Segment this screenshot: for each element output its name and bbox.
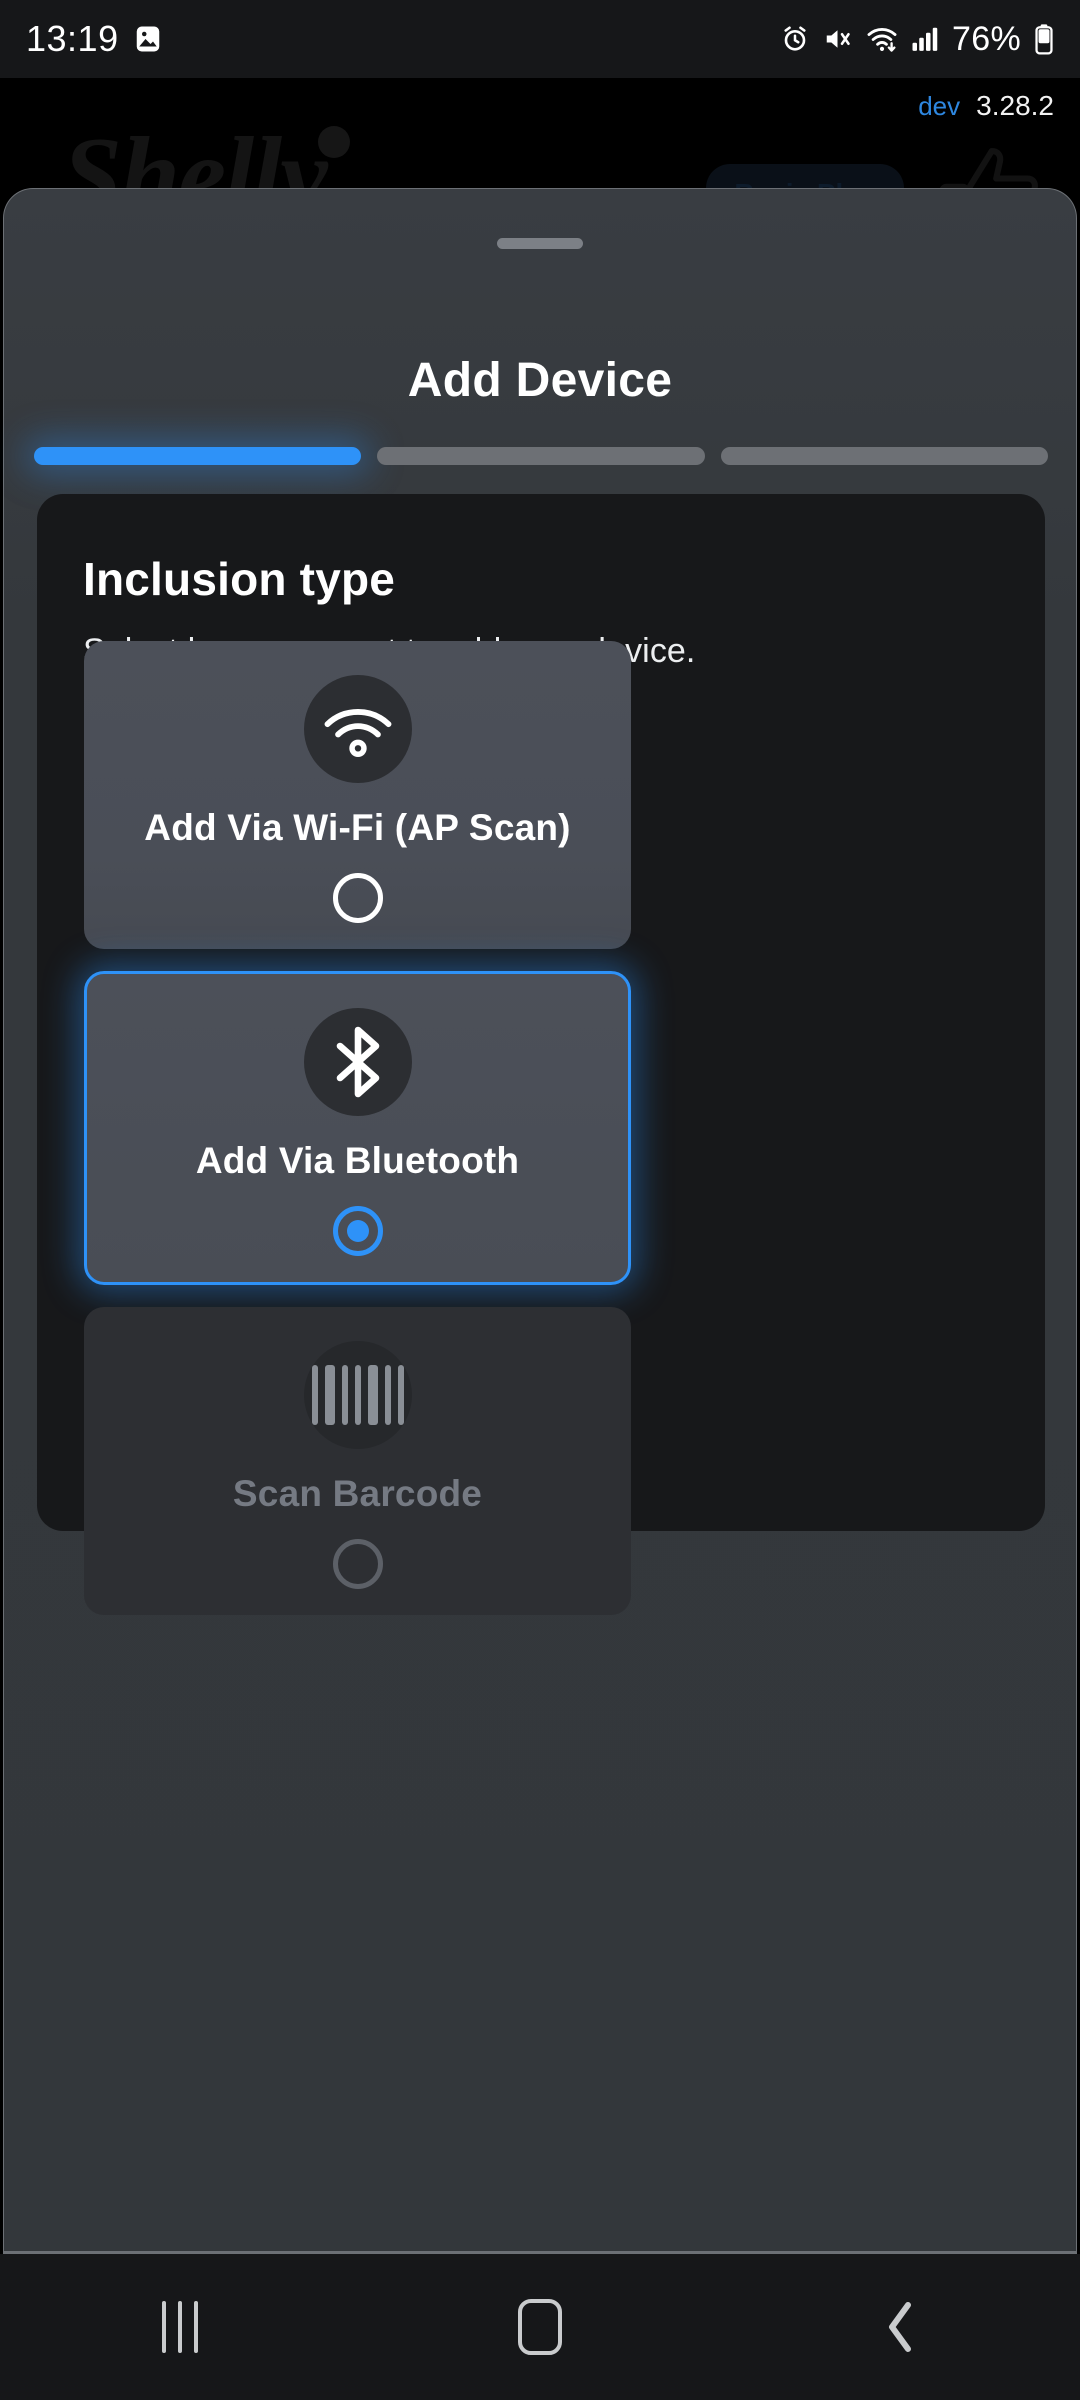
radio-wifi[interactable] [332,873,383,923]
option-add-via-wifi[interactable]: Add Via Wi-Fi (AP Scan) [84,641,631,949]
add-device-sheet: Add Device Inclusion type Select how you… [3,188,1077,2348]
back-icon [889,2302,911,2352]
bluetooth-icon [303,1008,412,1116]
wifi-icon [303,675,412,783]
progress-step-3 [720,447,1048,465]
radio-barcode [332,1539,383,1589]
radio-bluetooth[interactable] [332,1206,383,1256]
inclusion-options: Add Via Wi-Fi (AP Scan) Add Via Bluetoot… [84,641,631,1637]
option-add-via-bluetooth[interactable]: Add Via Bluetooth [84,971,631,1285]
status-bar-right: 76% [780,20,1054,59]
wifi-icon [867,27,897,52]
logo-dot [318,126,350,158]
android-nav-bar [0,2254,1080,2400]
back-button[interactable] [810,2254,990,2400]
option-label: Add Via Bluetooth [195,1140,520,1181]
battery-icon [1035,24,1053,55]
option-label: Scan Barcode [232,1473,483,1514]
image-icon [136,26,159,52]
status-time: 13:19 [26,18,119,59]
home-button[interactable] [450,2254,630,2400]
dev-tag: dev [918,91,961,121]
sheet-drag-handle[interactable] [497,238,583,249]
option-scan-barcode: Scan Barcode [84,1307,631,1615]
phone-screen: 13:19 76% dev 3.28.2 Shelly Add Device I… [0,0,1080,2400]
progress-step-1 [34,447,362,465]
option-label: Add Via Wi-Fi (AP Scan) [144,807,571,848]
alarm-icon [784,26,806,51]
status-bar: 13:19 76% [0,0,1080,78]
signal-icon [912,27,938,51]
progress-step-2 [377,447,705,465]
status-bar-left: 13:19 [26,18,163,60]
page-title: Inclusion type [83,553,396,605]
sheet-title: Add Device [407,354,673,407]
progress-steps [34,447,1048,465]
mute-icon [826,30,850,48]
barcode-icon [303,1341,412,1449]
app-version: 3.28.2 [976,90,1054,121]
battery-percent: 76% [952,19,1021,58]
recents-icon [162,2301,198,2353]
recents-button[interactable] [90,2254,270,2400]
home-icon [518,2299,562,2355]
dev-version-line: dev 3.28.2 [918,90,1054,122]
